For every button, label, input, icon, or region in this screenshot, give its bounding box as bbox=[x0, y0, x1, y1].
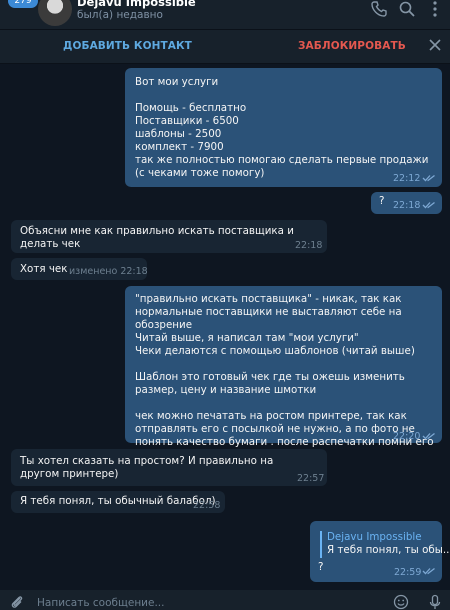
message-bubble[interactable]: Вот мои услуги Помощь - бесплатно Постав… bbox=[125, 68, 442, 187]
double-check-icon bbox=[422, 567, 435, 575]
message-text: Ты хотел сказать на простом? И правильно… bbox=[20, 455, 274, 480]
message-bubble[interactable]: Dejavu Impossible Я тебя понял, ты обы..… bbox=[310, 521, 450, 582]
unread-badge[interactable]: 279 bbox=[8, 0, 38, 8]
chat-title[interactable]: Dejavu Impossible bbox=[77, 0, 196, 9]
message-time: изменено 22:18 bbox=[69, 266, 148, 277]
chat-status: был(а) недавно bbox=[77, 9, 163, 21]
contact-action-bar: ДОБАВИТЬ КОНТАКТ ЗАБЛОКИРОВАТЬ bbox=[0, 29, 450, 64]
message-input[interactable]: Написать сообщение... bbox=[37, 597, 164, 609]
block-button[interactable]: ЗАБЛОКИРОВАТЬ bbox=[298, 40, 406, 52]
message-bubble[interactable]: Хотя чек изменено 22:18 bbox=[11, 258, 148, 280]
reply-author: Dejavu Impossible bbox=[327, 531, 422, 543]
message-bubble[interactable]: ? 22:18 bbox=[371, 192, 442, 214]
message-bubble[interactable]: Объясни мне как правильно искать поставщ… bbox=[11, 220, 327, 253]
message-text: "правильно искать поставщика" - никак, т… bbox=[135, 293, 434, 461]
phone-icon[interactable] bbox=[370, 0, 388, 18]
message-text: Хотя чек bbox=[20, 263, 68, 275]
avatar[interactable] bbox=[38, 0, 72, 26]
message-text: ? bbox=[379, 195, 385, 207]
reply-quote[interactable]: Dejavu Impossible Я тебя понял, ты обы..… bbox=[320, 531, 450, 558]
emoji-icon[interactable] bbox=[393, 594, 409, 610]
chat-header: 279 Dejavu Impossible был(а) недавно bbox=[0, 0, 450, 29]
message-composer: Написать сообщение... bbox=[0, 590, 450, 610]
message-time: 22:20 bbox=[393, 431, 421, 442]
close-icon[interactable] bbox=[428, 38, 442, 52]
attach-icon[interactable] bbox=[9, 594, 25, 610]
double-check-icon bbox=[422, 432, 435, 440]
message-time: 22:58 bbox=[193, 500, 221, 511]
message-text: Объясни мне как правильно искать поставщ… bbox=[20, 225, 294, 250]
mic-icon[interactable] bbox=[427, 594, 443, 610]
message-bubble[interactable]: Ты хотел сказать на простом? И правильно… bbox=[11, 449, 327, 486]
more-icon[interactable] bbox=[426, 0, 444, 18]
message-text: Я тебя понял, ты обычный балабол) bbox=[20, 495, 216, 507]
message-text: Вот мои услуги Помощь - бесплатно Постав… bbox=[135, 76, 429, 179]
message-time: 22:18 bbox=[295, 240, 323, 251]
search-icon[interactable] bbox=[398, 0, 416, 18]
message-bubble[interactable]: "правильно искать поставщика" - никак, т… bbox=[125, 286, 442, 461]
double-check-icon bbox=[422, 201, 435, 209]
message-time: 22:59 bbox=[394, 567, 422, 578]
add-contact-button[interactable]: ДОБАВИТЬ КОНТАКТ bbox=[63, 40, 192, 52]
reply-text: Я тебя понял, ты обы... bbox=[327, 544, 450, 556]
message-time: 22:18 bbox=[393, 200, 421, 211]
message-time: 22:57 bbox=[297, 473, 325, 484]
double-check-icon bbox=[422, 174, 435, 182]
message-time: 22:12 bbox=[393, 173, 421, 184]
message-bubble[interactable]: Я тебя понял, ты обычный балабол) 22:58 bbox=[11, 491, 225, 513]
message-text: ? bbox=[318, 561, 324, 573]
